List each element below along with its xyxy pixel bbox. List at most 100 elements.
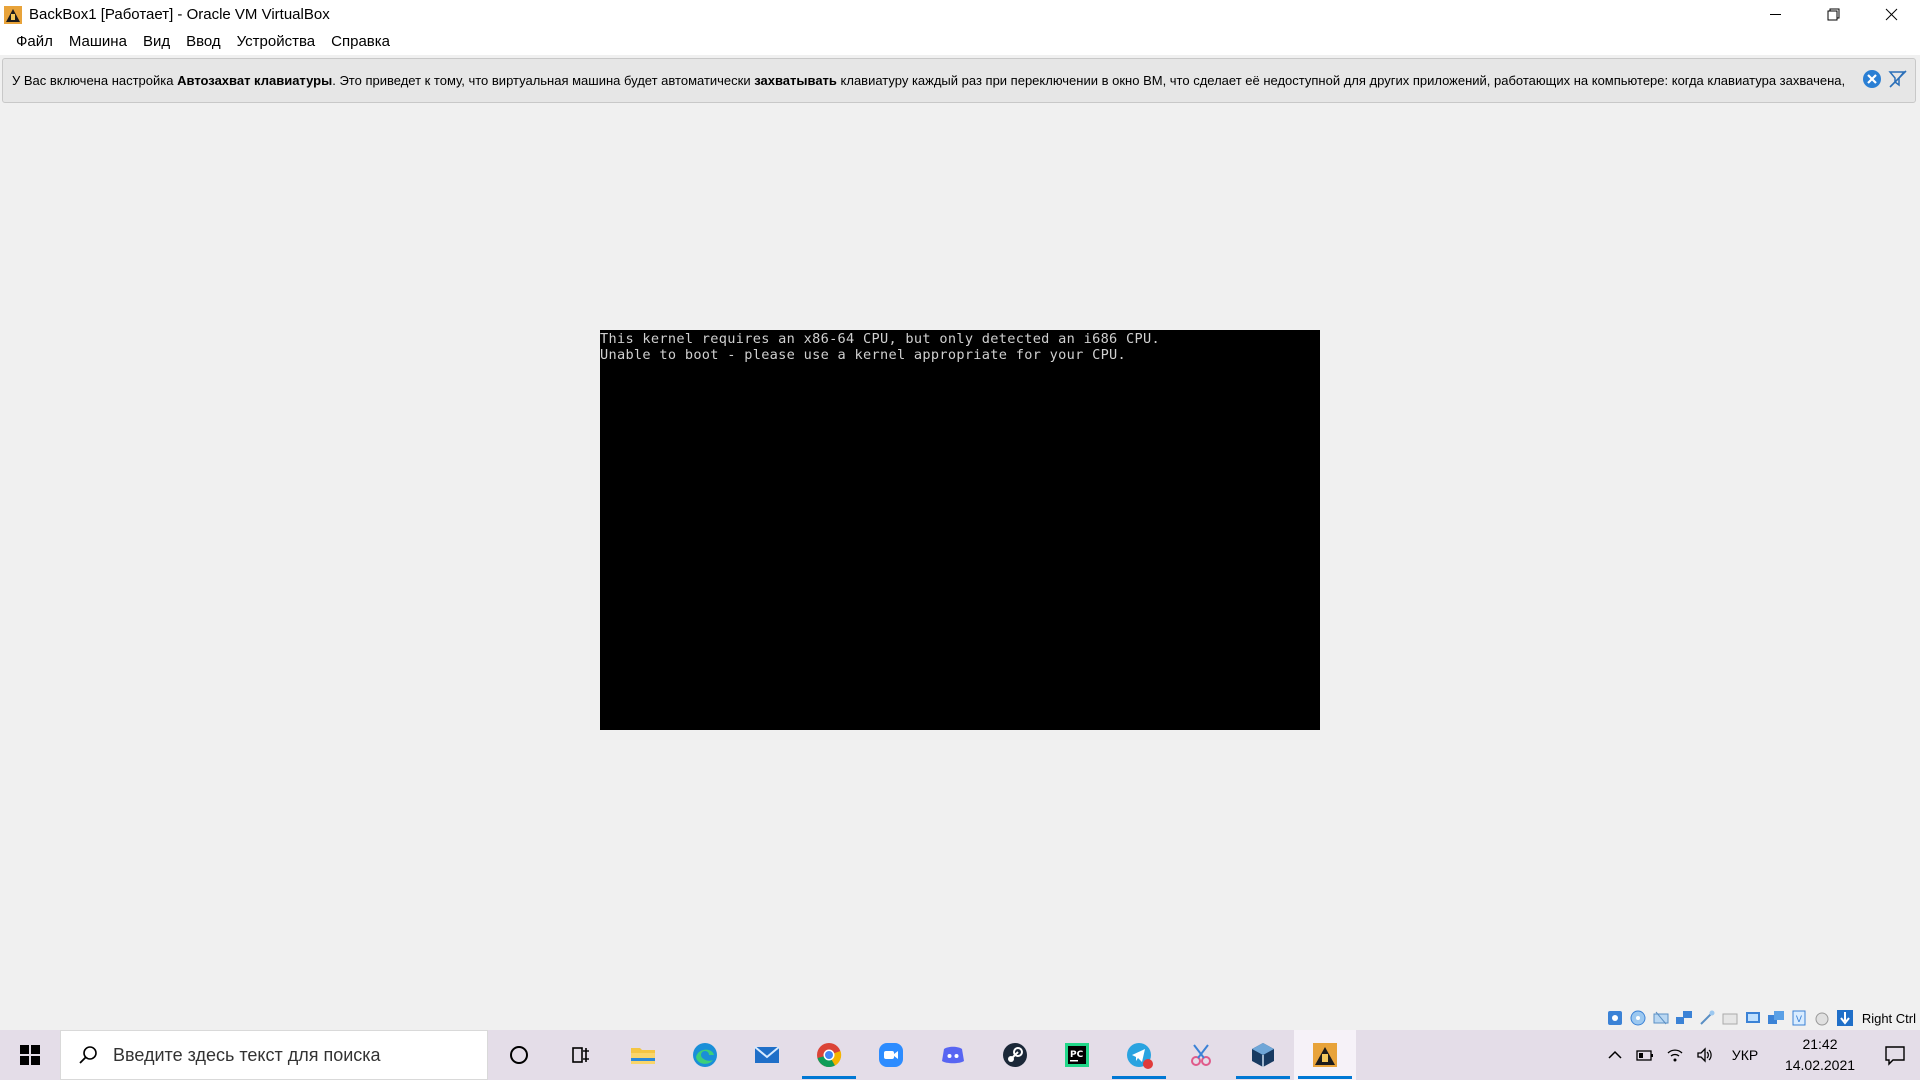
taskbar-search-box[interactable]: Введите здесь текст для поиска <box>60 1030 488 1080</box>
video-capture-status[interactable] <box>1766 1008 1787 1028</box>
virtualbox-icon <box>1252 1043 1274 1067</box>
wifi-icon <box>1667 1049 1683 1062</box>
optical-drive-status[interactable] <box>1628 1008 1649 1028</box>
input-language[interactable]: УКР <box>1720 1047 1770 1063</box>
shared-folders-status[interactable] <box>1720 1008 1741 1028</box>
vm-status-bar: V Right Ctrl <box>1605 1007 1920 1029</box>
virtualization-icon: V <box>1792 1010 1806 1026</box>
notice-bold-setting: Автозахват клавиатуры <box>177 73 333 88</box>
file-explorer-icon <box>631 1048 655 1064</box>
notice-text-part: клавиатуру каждый раз при переключении в… <box>836 73 1846 88</box>
notice-text-part: У Вас включена настройка <box>12 73 178 88</box>
svg-text:PC: PC <box>1070 1050 1084 1060</box>
taskbar-virtualbox-vm[interactable] <box>1294 1030 1356 1080</box>
volume-tray[interactable] <box>1690 1030 1720 1080</box>
restore-icon <box>1827 8 1839 21</box>
battery-tray[interactable] <box>1630 1030 1660 1080</box>
optical-drive-icon <box>1630 1010 1646 1026</box>
taskbar-edge[interactable] <box>674 1030 736 1080</box>
task-view-button[interactable] <box>550 1030 612 1080</box>
action-center-button[interactable] <box>1870 1030 1920 1080</box>
clock-time: 21:42 <box>1802 1036 1838 1052</box>
notice-bold-capture: захватывать <box>754 73 837 88</box>
mouse-integration-status[interactable] <box>1812 1008 1833 1028</box>
taskbar-telegram[interactable] <box>1108 1030 1170 1080</box>
search-icon <box>79 1046 97 1064</box>
menu-machine[interactable]: Машина <box>61 29 135 55</box>
menu-input[interactable]: Ввод <box>178 29 229 55</box>
network-icon <box>1676 1011 1693 1024</box>
title-bar: BackBox1 [Работает] - Oracle VM VirtualB… <box>0 0 1920 29</box>
mouse-icon <box>1815 1012 1829 1026</box>
mail-icon <box>754 1046 780 1063</box>
hard-disk-status[interactable] <box>1605 1008 1626 1028</box>
task-view-icon <box>572 1047 589 1063</box>
taskbar-discord[interactable] <box>922 1030 984 1080</box>
clock-date: 14.02.2021 <box>1784 1057 1856 1073</box>
do-not-show-again-icon[interactable] <box>1887 68 1909 90</box>
audio-icon <box>1653 1011 1669 1025</box>
taskbar-mail[interactable] <box>736 1030 798 1080</box>
close-icon <box>1885 8 1897 21</box>
chevron-up-icon <box>1608 1050 1622 1059</box>
notification-icon <box>1885 1046 1905 1066</box>
host-key-label: Right Ctrl <box>1861 1010 1916 1026</box>
vm-display[interactable]: This kernel requires an x86-64 CPU, but … <box>600 330 1320 730</box>
minimize-button[interactable] <box>1746 0 1804 29</box>
display-status[interactable] <box>1743 1008 1764 1028</box>
notice-text: У Вас включена настройка Автозахват клав… <box>12 73 1862 88</box>
taskbar-virtualbox[interactable] <box>1232 1030 1294 1080</box>
taskbar: Введите здесь текст для поиска PC УКР 21… <box>0 1030 1920 1080</box>
close-notice-icon[interactable] <box>1861 68 1883 90</box>
taskbar-steam[interactable] <box>984 1030 1046 1080</box>
notice-text-part: . Это приведет к тому, что виртуальная м… <box>332 73 755 88</box>
menu-view[interactable]: Вид <box>135 29 178 55</box>
zoom-icon <box>879 1043 903 1067</box>
cortana-button[interactable] <box>488 1030 550 1080</box>
vm-console-line: This kernel requires an x86-64 CPU, but … <box>600 331 1160 347</box>
pycharm-icon: PC <box>1065 1043 1089 1067</box>
down-arrow-icon <box>1837 1010 1854 1026</box>
display-icon <box>1746 1012 1761 1023</box>
battery-icon <box>1636 1050 1653 1061</box>
taskbar-clock[interactable]: 21:42 14.02.2021 <box>1770 1034 1870 1076</box>
taskbar-snipping-tool[interactable] <box>1170 1030 1232 1080</box>
edge-icon <box>693 1043 717 1067</box>
menu-help[interactable]: Справка <box>323 29 398 55</box>
keyboard-capture-status[interactable] <box>1835 1008 1856 1028</box>
virtualization-status[interactable]: V <box>1789 1008 1810 1028</box>
taskbar-pycharm[interactable]: PC <box>1046 1030 1108 1080</box>
notice-actions <box>1861 68 1909 90</box>
shared-folder-icon <box>1722 1013 1738 1025</box>
steam-icon <box>1003 1043 1027 1067</box>
window-controls <box>1746 0 1920 29</box>
audio-status[interactable] <box>1651 1008 1672 1028</box>
show-hidden-icons-button[interactable] <box>1600 1030 1630 1080</box>
menu-file[interactable]: Файл <box>8 29 61 55</box>
restore-button[interactable] <box>1804 0 1862 29</box>
usb-icon <box>1700 1010 1715 1025</box>
menu-bar: Файл Машина Вид Ввод Устройства Справка <box>0 29 1920 55</box>
close-button[interactable] <box>1862 0 1920 29</box>
virtualbox-vm-icon <box>1313 1043 1337 1067</box>
start-button[interactable] <box>0 1030 60 1080</box>
search-placeholder: Введите здесь текст для поиска <box>113 1044 381 1065</box>
taskbar-zoom[interactable] <box>860 1030 922 1080</box>
taskbar-chrome[interactable] <box>798 1030 860 1080</box>
minimize-icon <box>1769 14 1781 15</box>
wifi-tray[interactable] <box>1660 1030 1690 1080</box>
menu-devices[interactable]: Устройства <box>229 29 323 55</box>
speaker-icon <box>1697 1047 1712 1063</box>
chrome-icon <box>817 1043 842 1068</box>
discord-icon <box>942 1046 964 1064</box>
taskbar-file-explorer[interactable] <box>612 1030 674 1080</box>
hard-disk-icon <box>1608 1011 1623 1025</box>
system-tray: УКР 21:42 14.02.2021 <box>1600 1030 1920 1080</box>
network-status[interactable] <box>1674 1008 1695 1028</box>
snipping-tool-icon <box>1191 1044 1211 1066</box>
vm-console-line: Unable to boot - please use a kernel app… <box>600 347 1127 363</box>
usb-status[interactable] <box>1697 1008 1718 1028</box>
virtualbox-vm-icon <box>4 5 22 24</box>
keyboard-capture-notice: У Вас включена настройка Автозахват клав… <box>2 58 1916 103</box>
video-capture-icon <box>1768 1011 1785 1024</box>
